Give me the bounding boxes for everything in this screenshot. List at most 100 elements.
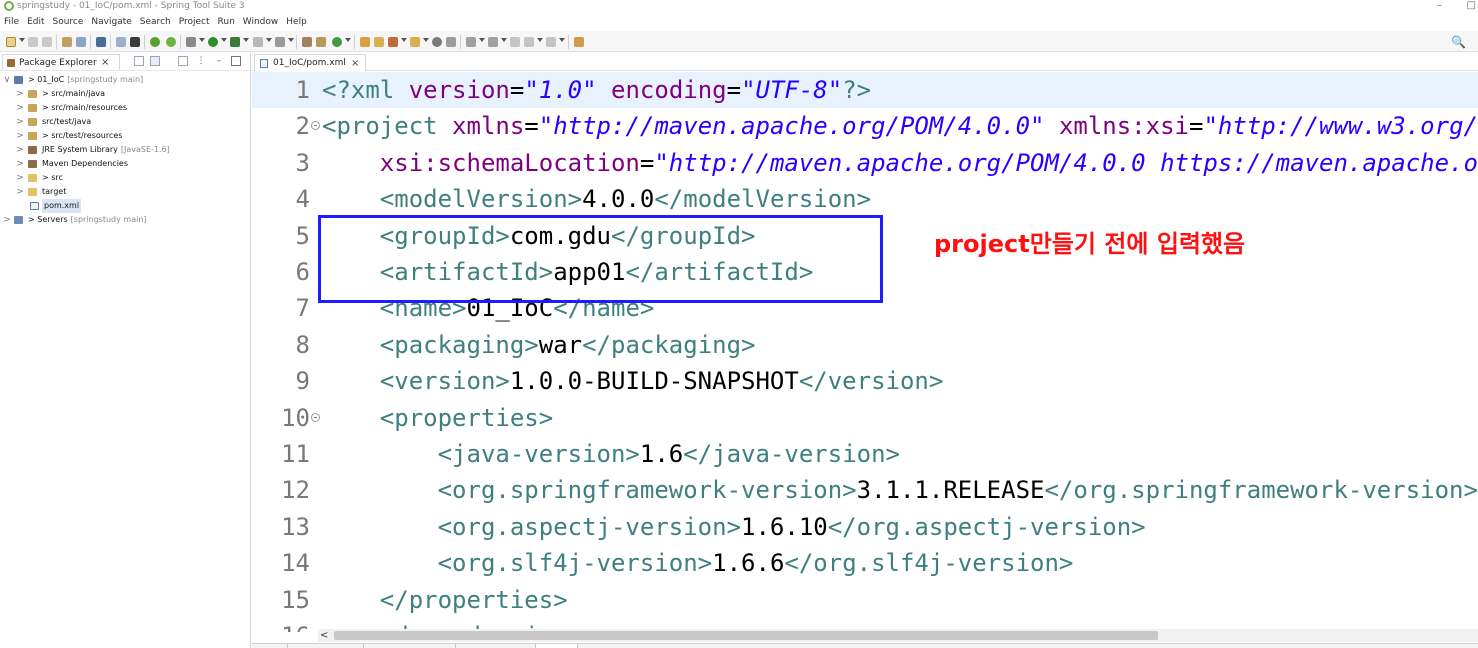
code-line[interactable]: 13 <org.aspectj-version>1.6.10</org.aspe… <box>252 509 1478 545</box>
tab-overview[interactable] <box>252 644 288 648</box>
skip-breakpoints-icon[interactable] <box>116 37 126 47</box>
boot-dashboard-icon[interactable] <box>150 37 160 47</box>
tree-item-src-main-resources[interactable]: > > src/main/resources <box>0 101 250 115</box>
next-annotation-dropdown-icon[interactable] <box>479 38 485 42</box>
forward-dropdown-icon[interactable] <box>559 38 565 42</box>
tab-dependency-hierarchy[interactable] <box>364 644 456 648</box>
stop-dropdown-icon[interactable] <box>266 38 272 42</box>
last-edit-icon[interactable] <box>510 37 520 47</box>
minimize-icon[interactable]: – <box>1437 0 1442 11</box>
forward-icon[interactable] <box>546 37 556 47</box>
code-line[interactable]: 15 </properties> <box>252 582 1478 618</box>
pen-dropdown-icon[interactable] <box>401 38 407 42</box>
minimize-view-icon[interactable]: – <box>214 56 224 66</box>
tree-item-src[interactable]: > > src <box>0 171 250 185</box>
tab-pom-xml[interactable]: 01_IoC/pom.xml × <box>254 54 366 71</box>
tree-item-src-main-java[interactable]: > > src/main/java <box>0 87 250 101</box>
new-class-dropdown-icon[interactable] <box>345 38 351 42</box>
tab-effective-pom[interactable] <box>456 644 536 648</box>
back-dropdown-icon[interactable] <box>537 38 543 42</box>
annotation-icon[interactable] <box>446 37 456 47</box>
close-icon[interactable]: × <box>351 55 359 72</box>
expand-icon[interactable]: > <box>16 157 24 171</box>
code-line[interactable]: 4 <modelVersion>4.0.0</modelVersion> <box>252 181 1478 217</box>
menu-project[interactable]: Project <box>175 14 214 30</box>
menu-navigate[interactable]: Navigate <box>87 14 135 30</box>
server-dropdown-icon[interactable] <box>288 38 294 42</box>
external-tools-icon[interactable] <box>230 37 240 47</box>
fold-toggle-icon[interactable] <box>311 412 320 422</box>
horizontal-scrollbar[interactable]: < <box>318 629 1478 642</box>
expand-icon[interactable]: > <box>16 101 24 115</box>
open-resource-icon[interactable] <box>76 37 86 47</box>
menu-edit[interactable]: Edit <box>23 14 48 30</box>
code-area[interactable]: 1 <?xml version="1.0" encoding="UTF-8"?> 2… <box>252 72 1478 632</box>
code-line[interactable]: 11 <java-version>1.6</java-version> <box>252 436 1478 472</box>
back-icon[interactable] <box>524 37 534 47</box>
tree-item-src-test-resources[interactable]: > > src/test/resources <box>0 129 250 143</box>
tab-pom-source[interactable] <box>536 644 578 648</box>
expand-icon[interactable]: > <box>16 143 24 157</box>
open-type-icon[interactable] <box>62 37 72 47</box>
expand-icon[interactable]: > <box>16 115 24 129</box>
menu-file[interactable]: File <box>0 14 23 30</box>
debug-dropdown-icon[interactable] <box>199 38 205 42</box>
focus-icon[interactable] <box>178 56 188 66</box>
menu-search[interactable]: Search <box>136 14 175 30</box>
spring-icon[interactable] <box>166 37 176 47</box>
collapse-all-icon[interactable] <box>134 56 144 66</box>
link-editor-icon[interactable] <box>150 56 160 66</box>
server-icon[interactable] <box>275 37 285 47</box>
maximize-view-icon[interactable] <box>231 56 241 66</box>
terminal-icon[interactable] <box>96 37 106 47</box>
external-tools-dropdown-icon[interactable] <box>243 38 249 42</box>
tree-item-servers[interactable]: > > Servers [springstudy main] <box>0 213 250 227</box>
next-annotation-icon[interactable] <box>466 37 476 47</box>
tree-item-src-test-java[interactable]: > src/test/java <box>0 115 250 129</box>
menu-source[interactable]: Source <box>49 14 88 30</box>
tree-item-maven-dependencies[interactable]: > Maven Dependencies <box>0 157 250 171</box>
tree-item-pom-xml[interactable]: pom.xml <box>0 199 250 213</box>
expand-icon[interactable]: > <box>16 129 24 143</box>
save-all-icon[interactable] <box>42 37 52 47</box>
task-list-icon[interactable] <box>410 37 420 47</box>
expand-icon[interactable]: > <box>16 185 24 199</box>
tree-item-01-ioc[interactable]: ∨ > 01_IoC [springstudy main] <box>0 73 250 87</box>
tree-item-target[interactable]: > target <box>0 185 250 199</box>
new-package-icon[interactable] <box>316 37 326 47</box>
expand-icon[interactable]: ∨ <box>3 73 11 87</box>
run-dropdown-icon[interactable] <box>221 38 227 42</box>
prev-annotation-icon[interactable] <box>488 37 498 47</box>
scroll-thumb[interactable] <box>334 631 1158 640</box>
expand-icon[interactable]: > <box>16 171 24 185</box>
new-class-icon[interactable] <box>332 37 342 47</box>
expand-icon[interactable]: > <box>16 87 24 101</box>
code-line[interactable]: 3 xsi:schemaLocation="http://maven.apach… <box>252 145 1478 181</box>
toggle-mark-icon[interactable] <box>130 37 140 47</box>
menu-help[interactable]: Help <box>282 14 311 30</box>
pin-editor-icon[interactable] <box>574 37 584 47</box>
code-line[interactable]: 1 <?xml version="1.0" encoding="UTF-8"?> <box>252 72 1478 108</box>
close-icon[interactable]: × <box>101 55 109 71</box>
save-icon[interactable] <box>28 37 38 47</box>
menu-run[interactable]: Run <box>214 14 239 30</box>
tree-item-jre-system-library[interactable]: > JRE System Library [JavaSE-1.6] <box>0 143 250 157</box>
view-menu-icon[interactable]: ⋮ <box>196 56 206 66</box>
pen-icon[interactable] <box>388 37 398 47</box>
open-task-icon[interactable] <box>360 37 370 47</box>
menu-window[interactable]: Window <box>239 14 283 30</box>
new-java-project-icon[interactable] <box>302 37 312 47</box>
task-list-dropdown-icon[interactable] <box>423 38 429 42</box>
open-folder-icon[interactable] <box>374 37 384 47</box>
code-line[interactable]: 14 <org.slf4j-version>1.6.6</org.slf4j-v… <box>252 545 1478 581</box>
code-line[interactable]: 12 <org.springframework-version>3.1.1.RE… <box>252 472 1478 508</box>
scroll-left-icon[interactable]: < <box>320 629 328 642</box>
stop-icon[interactable] <box>253 37 263 47</box>
run-icon[interactable] <box>208 37 218 47</box>
new-dropdown-icon[interactable] <box>19 38 25 42</box>
debug-icon[interactable] <box>186 37 196 47</box>
code-line[interactable]: 2 <project xmlns="http://maven.apache.org… <box>252 108 1478 144</box>
code-line[interactable]: 8 <packaging>war</packaging> <box>252 327 1478 363</box>
new-icon[interactable] <box>6 37 16 47</box>
prev-annotation-dropdown-icon[interactable] <box>501 38 507 42</box>
